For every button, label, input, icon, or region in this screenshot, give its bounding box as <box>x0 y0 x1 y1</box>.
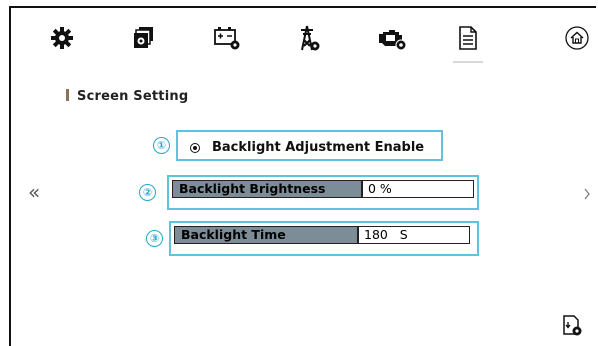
previous-page-arrow[interactable]: « <box>28 182 40 202</box>
backlight-brightness-label: Backlight Brightness <box>172 180 362 198</box>
backlight-adjustment-option[interactable]: Backlight Adjustment Enable <box>176 130 443 161</box>
top-toolbar <box>0 18 598 63</box>
home-icon[interactable] <box>557 18 597 58</box>
tower-settings-icon[interactable] <box>289 18 329 58</box>
section-title-text: Screen Setting <box>77 89 189 104</box>
backlight-time-row: Backlight Time 180 S <box>169 221 479 256</box>
active-tab-indicator <box>453 61 483 63</box>
battery-settings-icon[interactable] <box>207 18 247 58</box>
backlight-time-input[interactable]: 180 S <box>358 226 470 244</box>
callout-number-2: ② <box>139 184 156 201</box>
backlight-adjustment-radio[interactable] <box>190 143 200 153</box>
section-title-marker <box>66 89 69 101</box>
save-settings-icon[interactable] <box>562 314 584 338</box>
backlight-time-label: Backlight Time <box>174 226 358 244</box>
backlight-adjustment-label: Backlight Adjustment Enable <box>212 140 425 155</box>
next-page-arrow[interactable] <box>584 188 590 200</box>
section-title: Screen Setting <box>66 89 188 104</box>
callout-number-1: ① <box>153 137 170 154</box>
module-settings-icon[interactable] <box>124 18 164 58</box>
backlight-brightness-input[interactable]: 0 % <box>362 180 474 198</box>
callout-number-3: ③ <box>146 230 163 247</box>
gear-icon[interactable] <box>42 18 82 58</box>
document-icon[interactable] <box>448 18 488 58</box>
engine-settings-icon[interactable] <box>372 18 412 58</box>
backlight-brightness-row: Backlight Brightness 0 % <box>167 175 479 210</box>
